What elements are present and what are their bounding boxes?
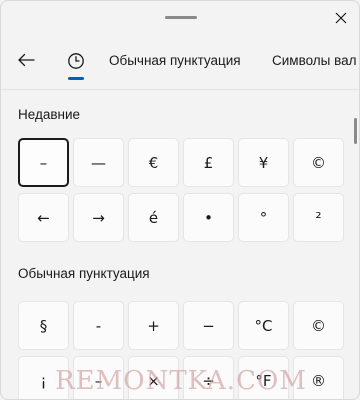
symbol-key[interactable]: ² (293, 193, 344, 242)
symbol-key[interactable]: € (128, 138, 179, 187)
symbol-key[interactable]: é (128, 193, 179, 242)
symbol-key[interactable]: ° (238, 193, 289, 242)
nav-divider (1, 89, 359, 90)
symbol-key[interactable]: → (73, 193, 124, 242)
symbol-key[interactable]: ¡ (18, 356, 69, 399)
tab-recent[interactable] (63, 47, 89, 80)
symbol-key[interactable]: – (73, 356, 124, 399)
symbol-key[interactable]: + (128, 301, 179, 350)
symbol-key[interactable]: • (183, 193, 234, 242)
arrow-left-icon (18, 53, 35, 67)
symbol-key[interactable]: § (18, 301, 69, 350)
symbol-key[interactable]: ÷ (183, 356, 234, 399)
symbol-key[interactable]: ← (18, 193, 69, 242)
symbol-key[interactable]: °C (238, 301, 289, 350)
symbol-key[interactable]: – (18, 138, 69, 187)
active-tab-indicator (68, 77, 84, 80)
symbol-key[interactable]: × (128, 356, 179, 399)
symbol-key[interactable]: ¥ (238, 138, 289, 187)
section-title-common-punctuation: Обычная пунктуация (18, 266, 150, 281)
symbol-key[interactable]: ® (293, 356, 344, 399)
section-title-recent: Недавние (18, 107, 81, 122)
symbol-key[interactable]: — (73, 138, 124, 187)
symbol-key[interactable]: °F (238, 356, 289, 399)
category-nav: Обычная пунктуация Символы вал (1, 41, 359, 85)
symbol-key[interactable]: − (183, 301, 234, 350)
tab-currency-symbols[interactable]: Символы вал (272, 53, 357, 68)
close-icon (335, 12, 347, 24)
emoji-symbol-panel: Обычная пунктуация Символы вал Недавние … (0, 0, 360, 400)
symbol-key[interactable]: © (293, 301, 344, 350)
symbol-key[interactable]: - (73, 301, 124, 350)
clock-icon (68, 53, 84, 69)
close-button[interactable] (329, 6, 353, 30)
scrollbar-thumb[interactable] (354, 118, 357, 144)
symbol-key[interactable]: £ (183, 138, 234, 187)
tab-common-punctuation[interactable]: Обычная пунктуация (109, 53, 241, 68)
back-button[interactable] (13, 47, 39, 73)
symbol-key[interactable]: © (293, 138, 344, 187)
drag-handle[interactable] (165, 16, 197, 19)
